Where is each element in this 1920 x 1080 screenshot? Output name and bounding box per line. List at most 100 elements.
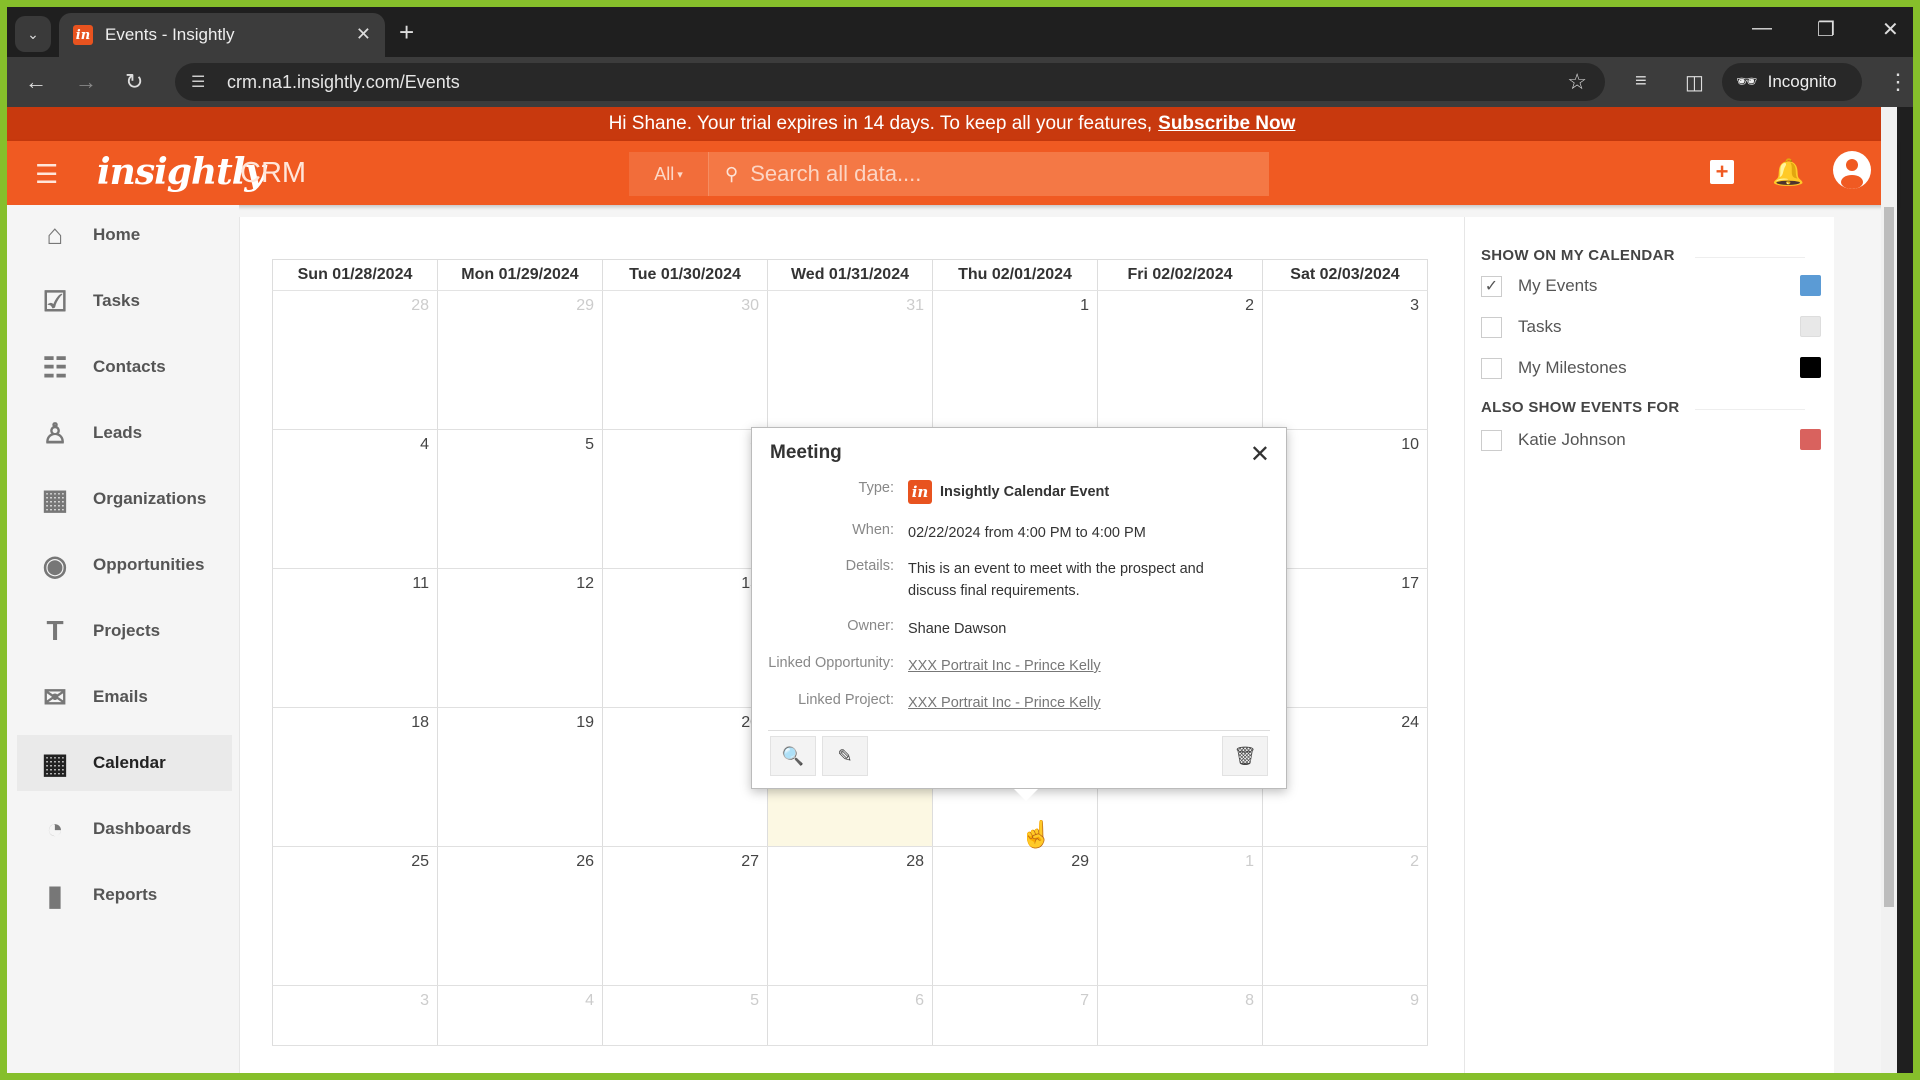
day-cell[interactable]: 31 [768, 291, 933, 429]
user-account-icon[interactable] [1833, 151, 1871, 189]
day-cell[interactable]: 2 [1263, 847, 1428, 985]
forward-arrow-icon[interactable]: → [75, 69, 97, 95]
color-swatch[interactable] [1800, 357, 1821, 378]
checkbox[interactable] [1481, 429, 1502, 451]
day-cell[interactable]: 7 [933, 986, 1098, 1045]
sidebar-item-projects[interactable]: Τ Projects [17, 603, 232, 659]
day-cell[interactable]: 28 [768, 847, 933, 985]
linked-opportunity-link[interactable]: XXX Portrait Inc - Prince Kelly [908, 658, 1101, 674]
checkbox[interactable] [1481, 316, 1502, 338]
sidebar-item-dashboards[interactable]: ◔ Dashboards [17, 801, 232, 857]
day-cell[interactable]: 9 [1263, 986, 1428, 1045]
close-icon[interactable]: ✕ [1250, 440, 1270, 469]
new-tab-plus-icon[interactable]: + [399, 17, 414, 48]
scrollbar-thumb[interactable] [1884, 207, 1894, 907]
close-window-icon[interactable]: ✕ [1882, 17, 1899, 42]
day-cell[interactable]: 3 [273, 986, 438, 1045]
side-panel-icon[interactable]: ◫ [1685, 70, 1704, 95]
day-cell[interactable]: 30 [603, 291, 768, 429]
sidebar-item-reports[interactable]: ▮ Reports [17, 867, 232, 923]
day-header: Sun 01/28/2024 [273, 260, 438, 290]
day-cell[interactable]: 4 [438, 986, 603, 1045]
envelope-icon: ✉ [43, 681, 67, 713]
day-cell[interactable]: 6 [768, 986, 933, 1045]
calendar-filter-my-milestones[interactable]: My Milestones [1481, 355, 1821, 381]
day-cell[interactable]: 27 [603, 847, 768, 985]
address-bar[interactable]: ☰ crm.na1.insightly.com/Events ☆ [175, 63, 1605, 101]
search-input[interactable] [750, 161, 1251, 187]
sidebar-item-organizations[interactable]: ▦ Organizations [17, 471, 232, 527]
search-scope-dropdown[interactable]: All ▾ [629, 152, 709, 196]
sidebar-item-contacts[interactable]: ☷ Contacts [17, 339, 232, 395]
day-cell[interactable]: 5 [603, 986, 768, 1045]
day-cell[interactable]: 13 [603, 569, 768, 707]
day-cell[interactable]: 6 [603, 430, 768, 568]
add-icon[interactable]: + [1710, 160, 1734, 184]
day-number: 12 [576, 575, 594, 592]
day-cell[interactable]: 1 [933, 291, 1098, 429]
sidebar-item-emails[interactable]: ✉ Emails [17, 669, 232, 725]
view-details-button[interactable]: 🔍 [770, 736, 816, 776]
bell-icon[interactable]: 🔔 [1772, 157, 1804, 188]
day-cell[interactable]: 5 [438, 430, 603, 568]
day-cell[interactable]: 29 [438, 291, 603, 429]
day-number: 5 [585, 436, 594, 453]
restore-icon[interactable]: ❐ [1817, 17, 1835, 42]
day-cell[interactable]: 24 [1263, 708, 1428, 846]
star-icon[interactable]: ☆ [1567, 69, 1587, 95]
day-cell[interactable]: 3 [1263, 291, 1428, 429]
sidebar-item-tasks[interactable]: ☑ Tasks [17, 273, 232, 329]
home-icon: ⌂ [46, 219, 64, 250]
day-cell[interactable]: 29 [933, 847, 1098, 985]
subscribe-now-link[interactable]: Subscribe Now [1158, 113, 1295, 135]
checkbox[interactable] [1481, 357, 1502, 379]
back-arrow-icon[interactable]: ← [25, 69, 47, 95]
tab-search-dropdown[interactable]: ⌄ [15, 16, 51, 52]
incognito-indicator[interactable]: 🕶 Incognito [1722, 63, 1862, 101]
edit-event-button[interactable]: ✎ [822, 736, 868, 776]
search-icon: ⚲ [725, 163, 739, 184]
minimize-icon[interactable]: — [1752, 17, 1772, 40]
sidebar-item-label: Calendar [93, 753, 166, 772]
day-cell[interactable]: 4 [273, 430, 438, 568]
sidebar-item-calendar[interactable]: ▦ Calendar [17, 735, 232, 791]
day-cell[interactable]: 20 [603, 708, 768, 846]
color-swatch[interactable] [1800, 316, 1821, 337]
delete-event-button[interactable]: 🗑 [1222, 736, 1268, 776]
day-cell[interactable]: 25 [273, 847, 438, 985]
sidebar-item-opportunities[interactable]: ◉ Opportunities [17, 537, 232, 593]
type-value: Insightly Calendar Event [940, 484, 1110, 500]
close-icon[interactable]: ✕ [356, 24, 371, 45]
trial-message: Hi Shane. Your trial expires in 14 days.… [608, 113, 1153, 134]
day-cell[interactable]: 19 [438, 708, 603, 846]
calendar-filter-my-events[interactable]: ✓ My Events [1481, 273, 1821, 299]
calendar-header-row: Sun 01/28/2024 Mon 01/29/2024 Tue 01/30/20… [272, 259, 1428, 291]
day-cell[interactable]: 18 [273, 708, 438, 846]
day-cell[interactable]: 28 [273, 291, 438, 429]
calendar-filter-tasks[interactable]: Tasks [1481, 314, 1821, 340]
color-swatch[interactable] [1800, 429, 1821, 450]
reload-icon[interactable]: ↻ [125, 69, 143, 95]
tune-icon[interactable]: ☰ [191, 72, 205, 92]
kebab-menu-icon[interactable]: ⋮ [1887, 69, 1909, 95]
hamburger-menu-icon[interactable]: ☰ [35, 159, 58, 190]
checkbox[interactable]: ✓ [1481, 275, 1502, 297]
linked-project-link[interactable]: XXX Portrait Inc - Prince Kelly [908, 695, 1101, 711]
sidebar-item-leads[interactable]: ♙ Leads [17, 405, 232, 461]
day-number: 25 [411, 853, 429, 870]
day-cell[interactable]: 12 [438, 569, 603, 707]
day-cell[interactable]: 26 [438, 847, 603, 985]
day-cell[interactable]: 11 [273, 569, 438, 707]
browser-tab[interactable]: in Events - Insightly ✕ [59, 13, 385, 57]
day-cell[interactable]: 2 [1098, 291, 1263, 429]
color-swatch[interactable] [1800, 275, 1821, 296]
day-cell[interactable]: 8 [1098, 986, 1263, 1045]
insightly-page: Hi Shane. Your trial expires in 14 days.… [7, 107, 1897, 1073]
calendar-filter-katie-johnson[interactable]: Katie Johnson [1481, 427, 1821, 453]
day-number: 28 [906, 853, 924, 870]
sidebar-item-home[interactable]: ⌂ Home [17, 207, 232, 263]
media-queue-icon[interactable]: ≡ [1635, 70, 1647, 93]
page-scrollbar[interactable] [1881, 107, 1897, 1073]
insightly-logo-icon: in [908, 480, 932, 504]
day-cell[interactable]: 1 [1098, 847, 1263, 985]
